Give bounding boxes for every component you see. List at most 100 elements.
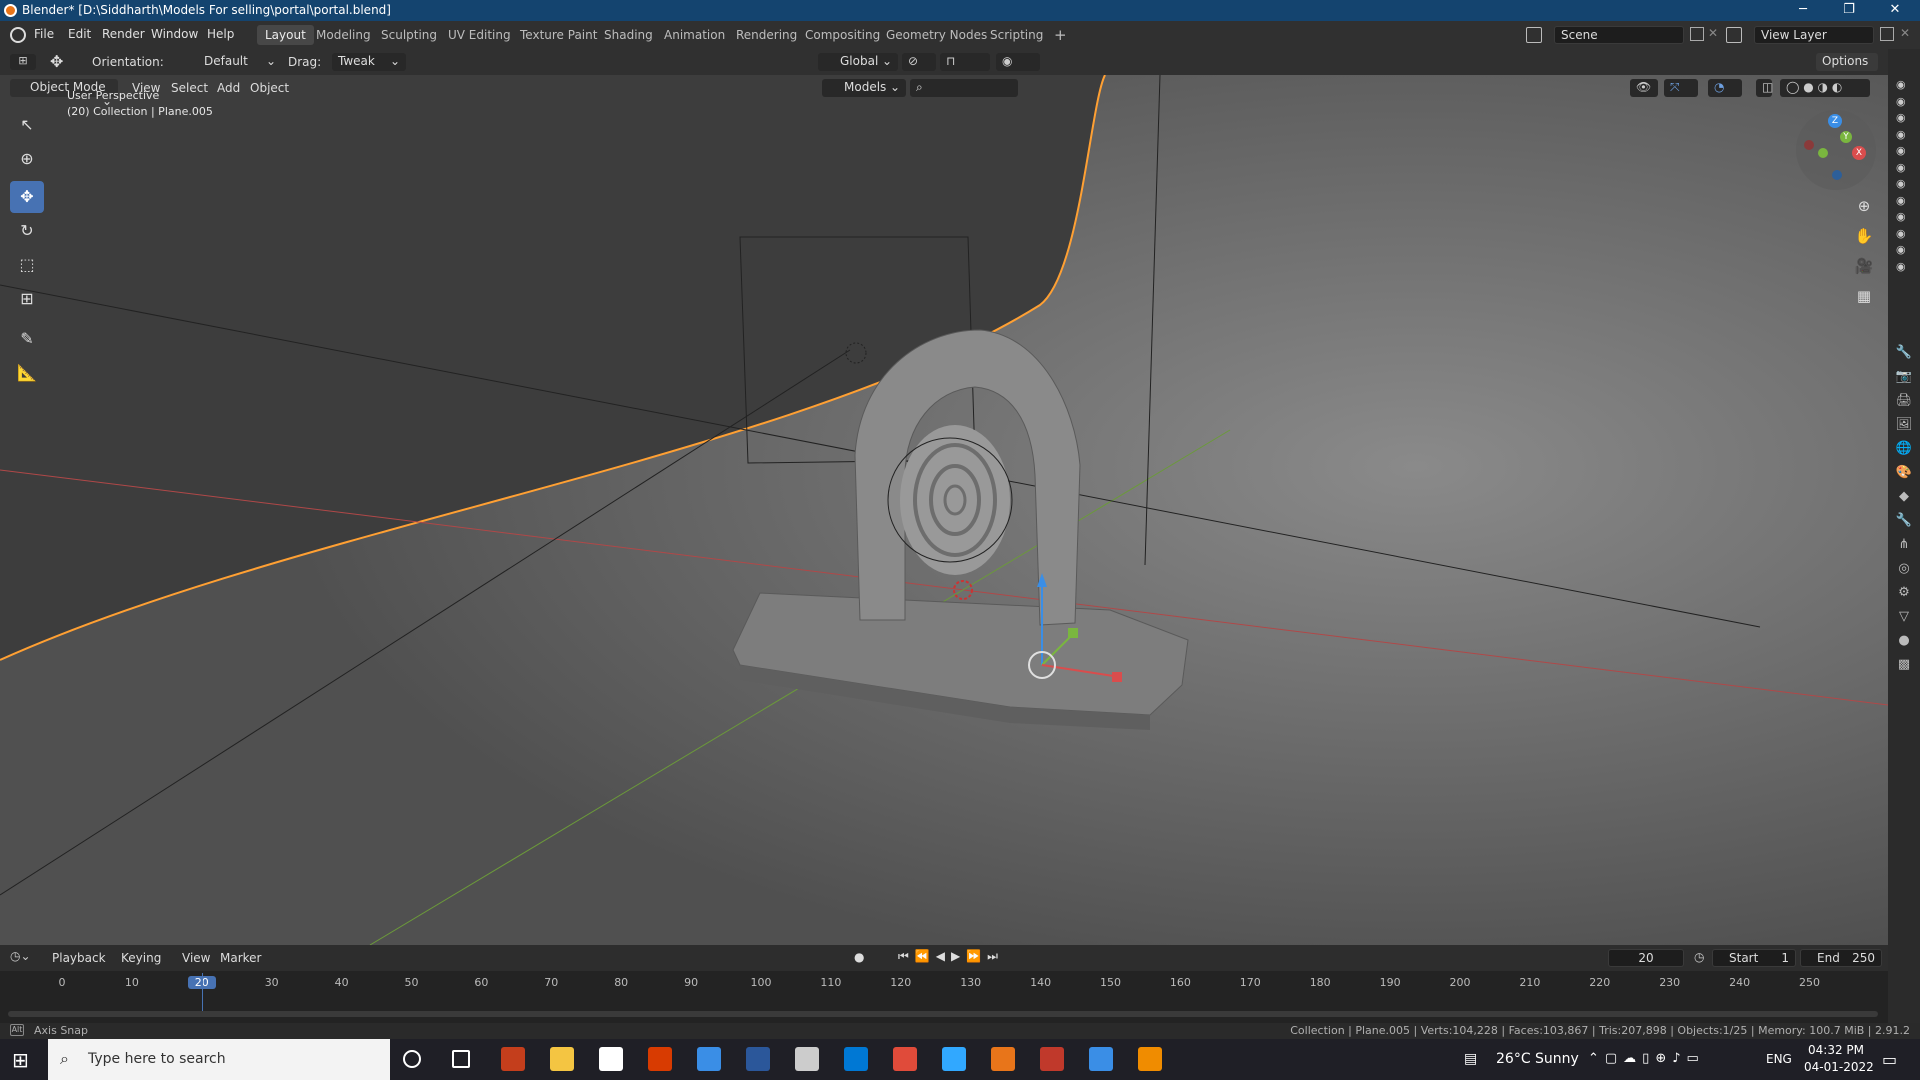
timeline-menu-playback[interactable]: Playback bbox=[52, 951, 106, 965]
photoshop-icon[interactable] bbox=[942, 1047, 966, 1071]
snap-icon[interactable]: ⊓ bbox=[940, 53, 990, 71]
viewport-menu-select[interactable]: Select bbox=[171, 81, 208, 95]
blender-icon[interactable] bbox=[991, 1047, 1015, 1071]
outliner-eye-icons[interactable]: ◉ ◉ ◉ ◉ ◉ ◉ ◉ ◉ ◉ ◉ ◉ ◉ bbox=[1896, 77, 1912, 277]
frame-ruler[interactable]: 0102030405060708090100110120130140150160… bbox=[0, 973, 1888, 995]
tab-animation[interactable]: Animation bbox=[656, 25, 733, 45]
powerpoint-icon[interactable] bbox=[501, 1047, 525, 1071]
timeline-menu-view[interactable]: View bbox=[182, 951, 210, 965]
timeline-editor[interactable]: ◷⌄ Playback Keying View Marker ● ⏮⏪◀▶⏩⏭ … bbox=[0, 945, 1888, 1023]
blender-menu-icon[interactable] bbox=[10, 27, 26, 43]
viewport-menu-object[interactable]: Object bbox=[250, 81, 289, 95]
scene-icon[interactable] bbox=[1526, 27, 1542, 43]
chrome-icon[interactable] bbox=[893, 1047, 917, 1071]
zoom-icon[interactable]: ⊕ bbox=[1852, 197, 1876, 221]
pivot-point-icon[interactable]: ⊘ bbox=[902, 53, 936, 71]
new-view-layer-icon[interactable] bbox=[1880, 27, 1894, 41]
weather-icon[interactable]: ▤ bbox=[1464, 1051, 1477, 1067]
language-indicator[interactable]: ENG bbox=[1766, 1052, 1792, 1066]
system-tray-icons[interactable]: ⌃▢☁▯⊕♪▭ bbox=[1588, 1051, 1705, 1066]
orientation-dropdown[interactable]: Default ⌄ bbox=[182, 53, 282, 71]
app2-icon[interactable] bbox=[795, 1047, 819, 1071]
options-dropdown[interactable]: Options bbox=[1816, 53, 1878, 71]
remove-view-layer-icon[interactable]: ✕ bbox=[1900, 26, 1910, 40]
tab-geometry-nodes[interactable]: Geometry Nodes bbox=[878, 25, 995, 45]
clock-icon[interactable]: ◷⌄ bbox=[10, 949, 38, 967]
tab-uv-editing[interactable]: UV Editing bbox=[440, 25, 519, 45]
minimize-button[interactable]: ─ bbox=[1780, 2, 1826, 20]
tab-shading[interactable]: Shading bbox=[596, 25, 661, 45]
gizmo-y-axis[interactable]: Y bbox=[1840, 131, 1852, 143]
ortho-grid-icon[interactable]: ▦ bbox=[1852, 287, 1876, 311]
file-explorer-icon[interactable] bbox=[550, 1047, 574, 1071]
navigation-gizmo[interactable]: Z X Y bbox=[1796, 110, 1876, 190]
windows-start-icon[interactable]: ⊞ bbox=[12, 1049, 34, 1071]
tab-layout[interactable]: Layout bbox=[257, 25, 314, 45]
notification-icon[interactable]: ▭ bbox=[1882, 1050, 1897, 1069]
pan-hand-icon[interactable]: ✋ bbox=[1852, 227, 1876, 251]
clock-date[interactable]: 04-01-2022 bbox=[1804, 1060, 1874, 1074]
cortana-icon[interactable] bbox=[403, 1050, 421, 1068]
office-icon[interactable] bbox=[648, 1047, 672, 1071]
tab-texture-paint[interactable]: Texture Paint bbox=[512, 25, 605, 45]
remove-scene-icon[interactable]: ✕ bbox=[1708, 26, 1718, 40]
gizmo-x-axis[interactable]: X bbox=[1852, 146, 1866, 160]
tab-modeling[interactable]: Modeling bbox=[308, 25, 379, 45]
tab-compositing[interactable]: Compositing bbox=[797, 25, 888, 45]
start-frame-field[interactable]: Start 1 bbox=[1712, 949, 1796, 967]
clock-time[interactable]: 04:32 PM bbox=[1808, 1043, 1864, 1057]
gizmo-toggle-icon[interactable]: ⤧ bbox=[1664, 79, 1698, 97]
tab-sculpting[interactable]: Sculpting bbox=[373, 25, 445, 45]
scale-tool-icon[interactable]: ⬚ bbox=[10, 249, 44, 281]
gizmo-neg-y[interactable] bbox=[1818, 148, 1828, 158]
xray-toggle-icon[interactable]: ◫ bbox=[1756, 79, 1773, 97]
proportional-edit-icon[interactable]: ◉ bbox=[996, 53, 1040, 71]
timeline-scrollbar[interactable] bbox=[8, 1011, 1878, 1017]
3d-viewport[interactable]: ↖ ⊕ ✥ ↻ ⬚ ⊞ ✎ 📐 Object Mode ⌄ View Select… bbox=[0, 75, 1888, 945]
visibility-icon[interactable]: 👁 bbox=[1630, 79, 1658, 97]
property-tab-icons[interactable]: 🔧 📷 🖨 🖼 🌐 🎨 ◆ 🔧 ⋔ ◎ ⚙ ▽ ● ▩ bbox=[1894, 341, 1914, 672]
gizmo-neg-x[interactable] bbox=[1804, 140, 1814, 150]
asset-filter-dropdown[interactable]: Models ⌄ bbox=[822, 79, 906, 97]
viewport-menu-add[interactable]: Add bbox=[217, 81, 240, 95]
cursor-tool-icon[interactable]: ⊕ bbox=[10, 143, 44, 175]
transform-tool-icon[interactable]: ⊞ bbox=[10, 283, 44, 315]
editor-type-icon[interactable]: ⊞ bbox=[10, 54, 36, 70]
move-tool-icon[interactable]: ✥ bbox=[10, 181, 44, 213]
menu-edit[interactable]: Edit bbox=[68, 27, 91, 41]
timeline-menu-marker[interactable]: Marker bbox=[220, 951, 261, 965]
menu-window[interactable]: Window bbox=[151, 27, 198, 41]
asset-search-input[interactable]: ⌕ bbox=[910, 79, 1018, 97]
transform-orientation-dropdown[interactable]: Global ⌄ bbox=[818, 53, 898, 71]
close-button[interactable]: ✕ bbox=[1872, 2, 1918, 20]
scene-field[interactable]: Scene bbox=[1554, 26, 1684, 44]
shading-modes-icon[interactable]: ◯ ● ◑ ◐ bbox=[1780, 79, 1870, 97]
end-frame-field[interactable]: End 250 bbox=[1800, 949, 1882, 967]
add-workspace-button[interactable]: + bbox=[1046, 23, 1075, 44]
tab-rendering[interactable]: Rendering bbox=[728, 25, 805, 45]
word-icon[interactable] bbox=[746, 1047, 770, 1071]
vlc-icon[interactable] bbox=[1138, 1047, 1162, 1071]
view-layer-icon[interactable] bbox=[1726, 27, 1742, 43]
task-view-icon[interactable] bbox=[452, 1050, 470, 1068]
playback-controls[interactable]: ⏮⏪◀▶⏩⏭ bbox=[898, 949, 1004, 964]
overlay-toggle-icon[interactable]: ◔ bbox=[1708, 79, 1742, 97]
menu-render[interactable]: Render bbox=[102, 27, 145, 41]
measure-tool-icon[interactable]: 📐 bbox=[10, 357, 44, 389]
record-icon[interactable]: ● bbox=[854, 950, 864, 964]
outlook-icon[interactable] bbox=[844, 1047, 868, 1071]
annotate-tool-icon[interactable]: ✎ bbox=[10, 323, 44, 355]
store-icon[interactable] bbox=[599, 1047, 623, 1071]
timeline-menu-keying[interactable]: Keying bbox=[121, 951, 161, 965]
weather-text[interactable]: 26°C Sunny bbox=[1496, 1051, 1579, 1067]
app3-icon[interactable] bbox=[1040, 1047, 1064, 1071]
current-frame-field[interactable]: 20 bbox=[1608, 949, 1684, 967]
gizmo-z-axis[interactable]: Z bbox=[1828, 114, 1842, 128]
maximize-button[interactable]: ❐ bbox=[1826, 2, 1872, 20]
camera-view-icon[interactable]: 🎥 bbox=[1852, 257, 1876, 281]
gizmo-neg-z[interactable] bbox=[1832, 170, 1842, 180]
taskbar-search-input[interactable]: ⌕ Type here to search bbox=[48, 1039, 390, 1080]
menu-help[interactable]: Help bbox=[207, 27, 234, 41]
app-icon[interactable] bbox=[697, 1047, 721, 1071]
new-scene-icon[interactable] bbox=[1690, 27, 1704, 41]
